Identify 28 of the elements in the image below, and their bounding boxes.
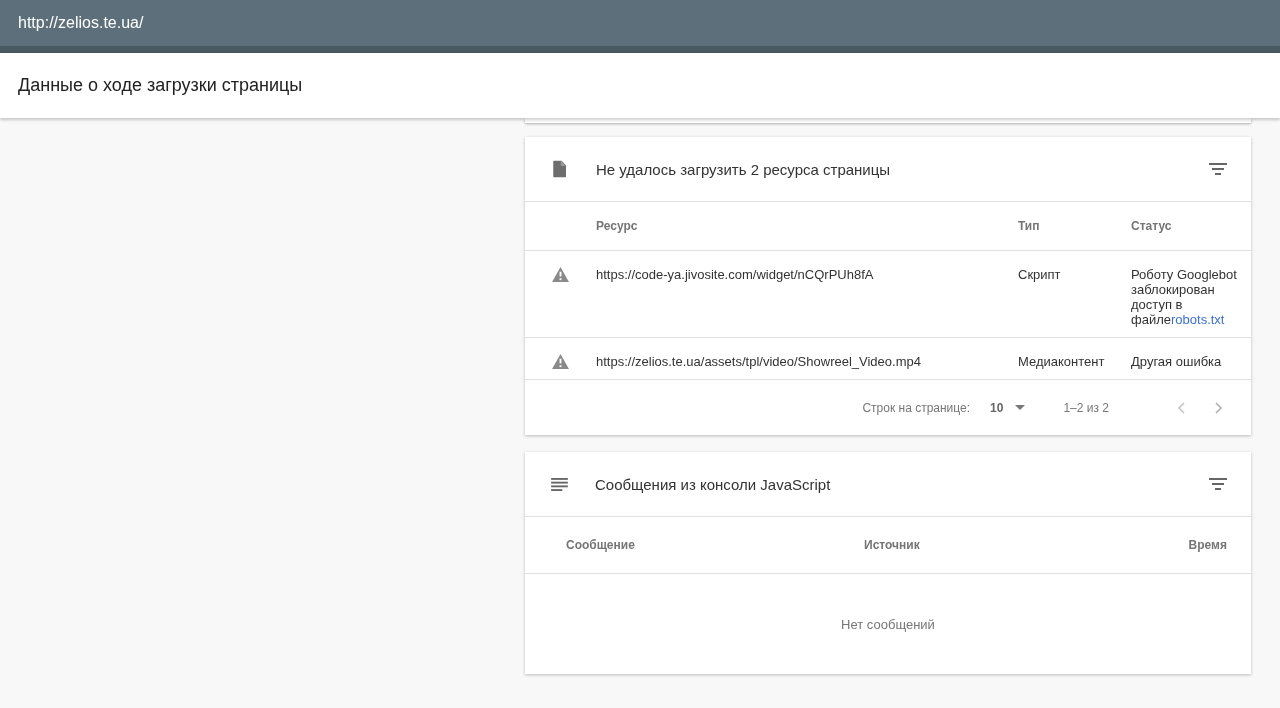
filter-icon[interactable]	[1209, 163, 1227, 175]
robots-link[interactable]: robots.txt	[1171, 312, 1225, 327]
column-header: Тип	[1018, 219, 1041, 233]
page-title: Данные о ходе загрузки страницы	[18, 75, 303, 96]
column-header: Ресурс	[596, 219, 639, 233]
table-cell-text: https://code-ya.jivosite.com/widget/nCQrPUh8fA	[596, 267, 875, 284]
page-range: 1–2 из 2	[1063, 400, 1109, 415]
lines-icon	[551, 477, 568, 491]
caret-icon	[1015, 405, 1026, 410]
column-header: Время	[1188, 538, 1227, 552]
rows-per-page-label: Строк на странице:	[862, 400, 971, 415]
card-title: Сообщения из консоли JavaScript	[595, 475, 832, 493]
column-header: Статус	[1131, 219, 1173, 233]
card-title: Не удалось загрузить 2 ресурса страницы	[596, 160, 892, 178]
rows-per-page-select[interactable]: 10	[990, 400, 1026, 415]
table-cell-text: Медиаконтент	[1018, 354, 1106, 369]
warning-icon	[552, 267, 569, 282]
table-cell-text: https://zelios.te.ua/assets/tpl/video/Showreel_Video.mp4	[596, 354, 922, 369]
warning-icon	[552, 354, 569, 369]
empty-message: Нет сообщений	[841, 616, 935, 632]
filter-icon[interactable]	[1209, 478, 1227, 490]
table-cell-text: Роботу Googlebot заблокирован доступ в файлеrobots.txt	[1131, 267, 1238, 327]
column-header: Источник	[864, 538, 921, 552]
column-header: Сообщение	[566, 538, 636, 552]
page-url: http://zelios.te.ua/	[18, 14, 144, 32]
table-cell-text: Скрипт	[1018, 267, 1062, 284]
table-cell-text: Другая ошибка	[1131, 354, 1223, 369]
document-icon	[551, 158, 569, 180]
